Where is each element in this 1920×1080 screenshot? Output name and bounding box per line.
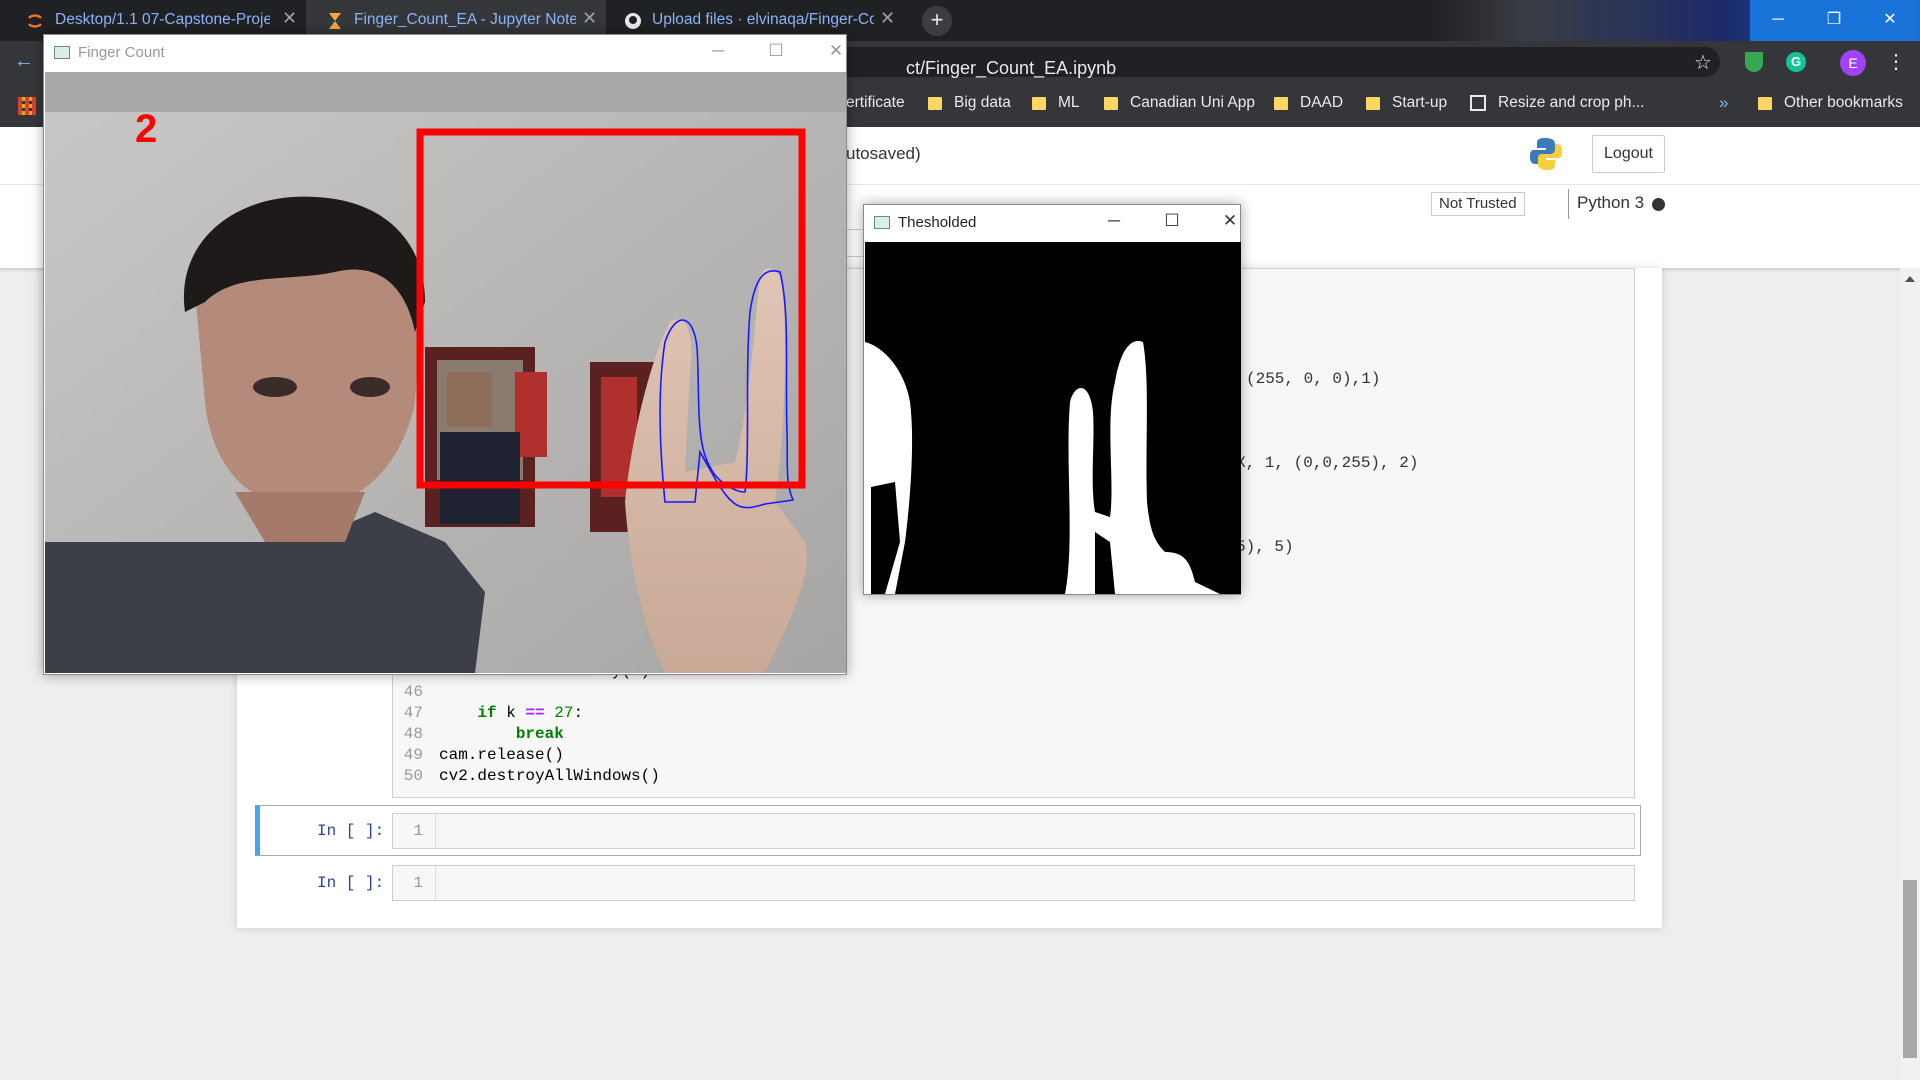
line-number: 49 [403,746,423,764]
scroll-up-icon[interactable] [1905,276,1915,282]
line-number: 47 [403,704,423,722]
code-fragment: X, 1, (0,0,255), 2) [1236,454,1419,472]
thresholded-window[interactable]: Thesholded ─ ☐ ✕ [863,204,1241,595]
star-icon[interactable]: ☆ [1694,50,1712,75]
shield-extension-icon[interactable] [1745,52,1763,72]
webcam-frame: 2 [45,72,846,673]
save-status: utosaved) [846,144,921,163]
threshold-mask-image [865,242,1241,594]
folder-icon [1104,96,1118,110]
minimize-button[interactable]: ─ [1750,0,1806,41]
close-icon[interactable]: ✕ [816,41,856,61]
grammarly-icon[interactable]: G [1786,52,1806,72]
line-number: 1 [413,822,423,840]
minimize-icon[interactable]: ─ [1094,211,1134,231]
code-line: if k == 27: [477,704,584,722]
window-icon [54,46,70,59]
bookmark-label: Big data [954,94,1011,111]
bookmark-label: Canadian Uni App [1130,94,1255,111]
tab-title: Desktop/1.1 07-Capstone-Projec [55,11,270,28]
finger-count-window[interactable]: Finger Count ─ ☐ ✕ 2 [43,34,847,675]
bookmark-label: ertificate [846,94,905,111]
scrollbar-track[interactable] [1900,268,1920,1080]
line-number: 50 [403,767,423,785]
back-icon[interactable]: ← [14,50,34,73]
folder-icon [1758,96,1772,110]
cell-prompt: In [ ]: [317,874,385,892]
code-fragment: 5), 5) [1236,538,1294,556]
apps-icon[interactable] [18,97,36,115]
bookmark-ml[interactable]: ML [1032,94,1080,112]
maximize-icon[interactable]: ☐ [756,41,796,61]
folder-icon [1032,96,1046,110]
finger-count-text: 2 [135,107,157,151]
bookmark-big-data[interactable]: Big data [928,94,1011,112]
line-number: 46 [403,683,423,701]
bookmark-daad[interactable]: DAAD [1274,94,1343,112]
code-line: break [515,725,564,743]
close-tab-icon[interactable]: ✕ [282,8,297,29]
window-icon [874,216,890,229]
jupyter-icon [28,14,42,28]
url-text: ct/Finger_Count_EA.ipynb [906,58,1117,78]
gutter-divider [435,814,436,848]
kernel-name: Python 3 [1577,193,1645,212]
cell-input[interactable]: 1 [392,865,1635,901]
bookmark-resize-crop[interactable]: Resize and crop ph... [1470,94,1644,112]
hourglass-icon [329,13,341,29]
cell-input[interactable]: 1 [392,813,1635,849]
other-bookmarks[interactable]: Other bookmarks [1758,94,1903,112]
close-tab-icon[interactable]: ✕ [880,8,895,29]
cell-prompt: In [ ]: [317,822,385,840]
bookmark-certificate[interactable]: ertificate [846,94,905,112]
code-line: cv2.destroyAllWindows() [439,767,660,785]
maximize-icon[interactable]: ☐ [1152,211,1192,231]
bookmark-label: DAAD [1300,94,1344,111]
window-titlebar[interactable]: Thesholded ─ ☐ ✕ [864,205,1240,241]
kernel-status-icon [1652,198,1665,211]
line-number: 48 [403,725,423,743]
window-title: Thesholded [898,214,977,231]
bookmarks-overflow[interactable]: » [1719,93,1728,113]
bookmark-label: Start-up [1392,94,1448,111]
kernel-divider [1568,189,1569,219]
line-number: 1 [413,874,423,892]
github-icon [625,13,641,29]
close-window-button[interactable]: ✕ [1862,0,1918,41]
menu-icon[interactable]: ⋮ [1886,49,1906,74]
profile-avatar[interactable]: E [1840,50,1866,76]
folder-icon [928,96,942,110]
code-fragment: (255, 0, 0),1) [1246,370,1381,388]
scrollbar-thumb[interactable] [1903,880,1917,1058]
bookmark-label: Other bookmarks [1784,94,1903,111]
python-logo-icon [1530,138,1562,170]
restore-button[interactable]: ❐ [1806,0,1862,41]
code-line: cam.release() [439,746,564,764]
folder-icon [1274,96,1288,110]
film-icon [1470,95,1486,111]
bookmark-label: Resize and crop ph... [1498,94,1645,111]
window-title: Finger Count [78,44,165,61]
tab-title: Upload files · elvinaqa/Finger-Co [652,11,874,28]
trusted-indicator[interactable]: Not Trusted [1431,192,1525,216]
close-tab-icon[interactable]: ✕ [582,8,597,29]
tab-title: Finger_Count_EA - Jupyter Notebo [354,11,576,28]
bookmark-label: ML [1058,94,1080,111]
minimize-icon[interactable]: ─ [698,41,738,61]
bookmark-start-up[interactable]: Start-up [1366,94,1447,112]
close-icon[interactable]: ✕ [1210,211,1250,231]
new-tab-button[interactable]: + [922,6,952,36]
folder-icon [1366,96,1380,110]
logout-button[interactable]: Logout [1592,135,1665,173]
window-titlebar[interactable]: Finger Count ─ ☐ ✕ [44,35,846,71]
gutter-divider [435,866,436,900]
bookmark-canadian-uni-app[interactable]: Canadian Uni App [1104,94,1255,112]
